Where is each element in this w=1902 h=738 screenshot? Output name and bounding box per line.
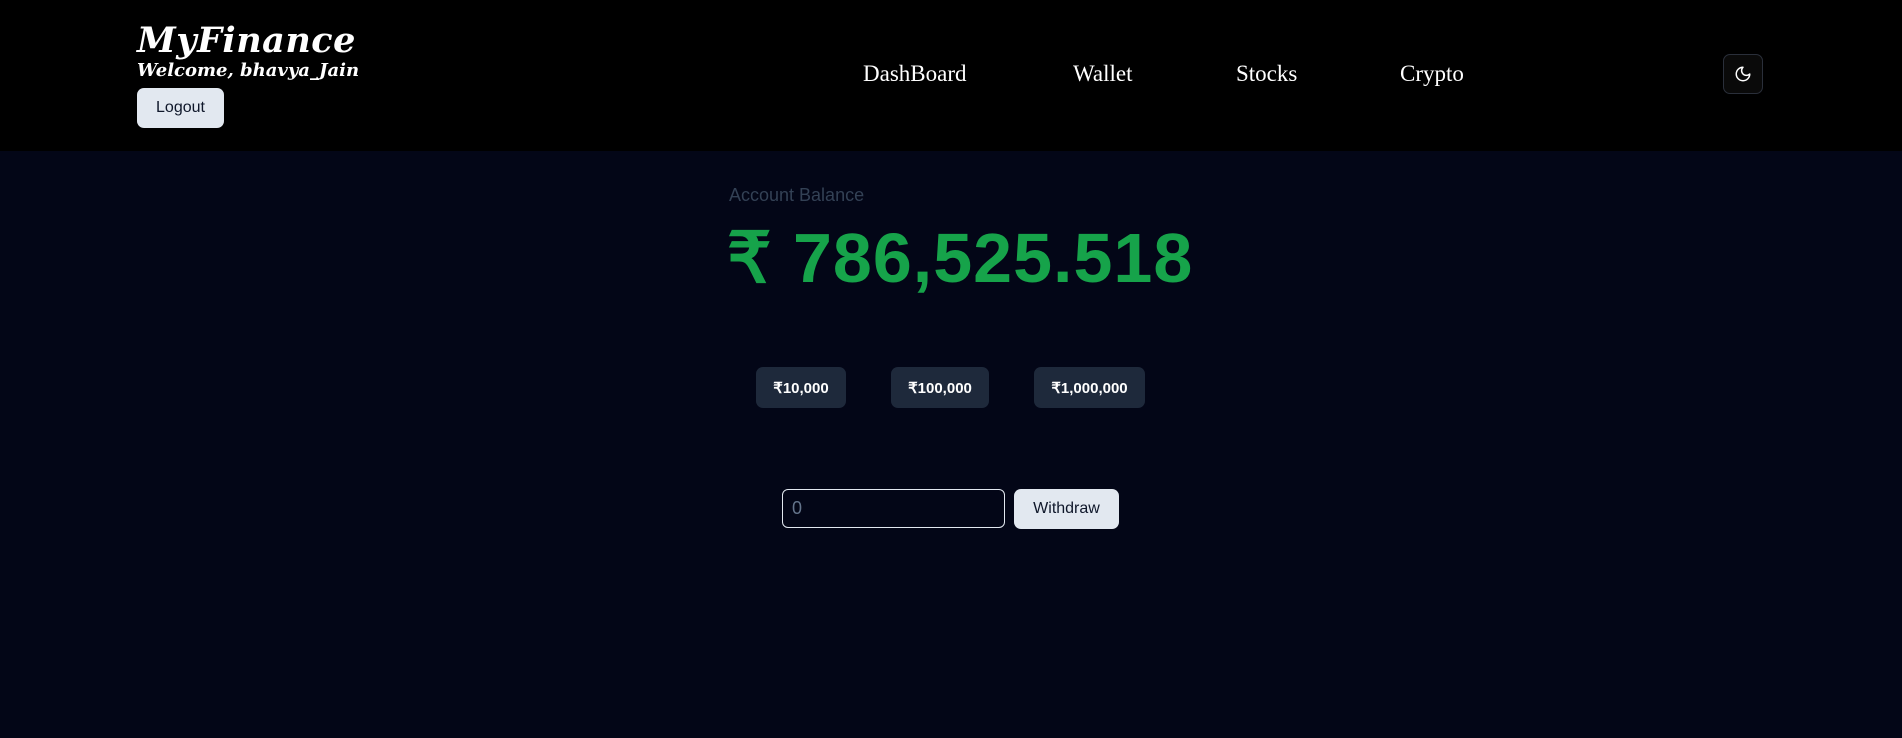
nav-item-crypto[interactable]: Crypto: [1400, 60, 1464, 88]
withdraw-button[interactable]: Withdraw: [1014, 489, 1119, 529]
moon-icon: [1735, 66, 1751, 82]
theme-toggle-button[interactable]: [1723, 54, 1763, 94]
account-balance-label: Account Balance: [729, 185, 865, 205]
quick-amount-10000-button[interactable]: ₹10,000: [756, 367, 846, 408]
account-balance-value: ₹ 786,525.518: [727, 219, 1194, 297]
nav-item-dashboard[interactable]: DashBoard: [863, 60, 966, 88]
nav-item-wallet[interactable]: Wallet: [1073, 60, 1132, 88]
quick-amount-100000-button[interactable]: ₹100,000: [891, 367, 989, 408]
withdraw-amount-input[interactable]: [782, 489, 1005, 528]
app-title: MyFinance: [137, 20, 356, 61]
top-header: MyFinance Welcome, bhavya_Jain Logout Da…: [0, 0, 1902, 151]
main-nav: DashBoard Wallet Stocks Crypto: [0, 60, 1902, 88]
quick-amount-1000000-button[interactable]: ₹1,000,000: [1034, 367, 1145, 408]
logout-button[interactable]: Logout: [137, 88, 224, 128]
nav-item-stocks[interactable]: Stocks: [1236, 60, 1297, 88]
